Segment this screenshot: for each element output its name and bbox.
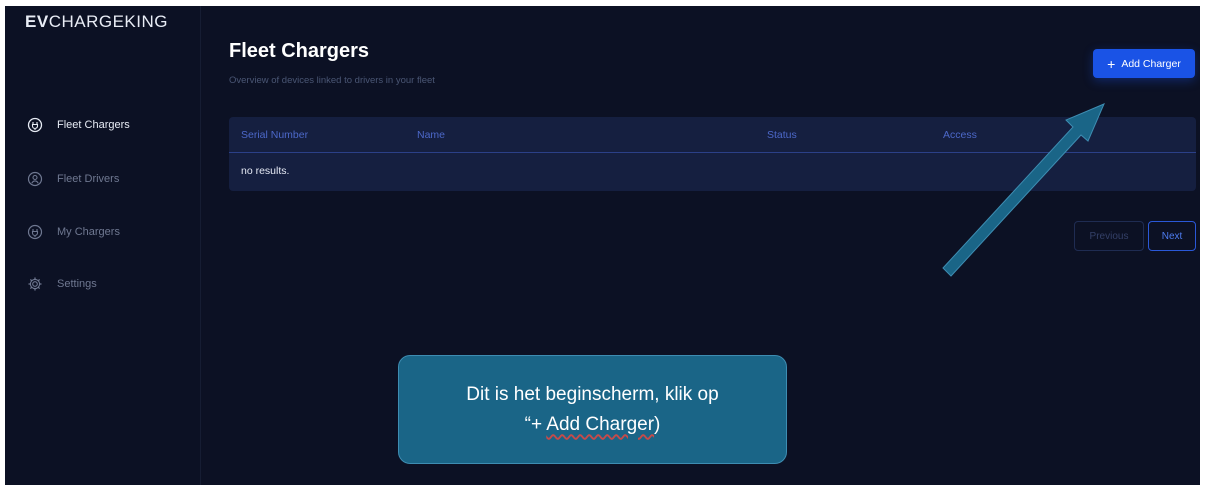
callout-add-charger-text: Add Charger: [546, 413, 655, 435]
callout-line-2: “+ Add Charger): [524, 413, 661, 435]
callout-line-1: Dit is het beginscherm, klik op: [466, 383, 719, 405]
instruction-callout: Dit is het beginscherm, klik op “+ Add C…: [398, 355, 787, 464]
